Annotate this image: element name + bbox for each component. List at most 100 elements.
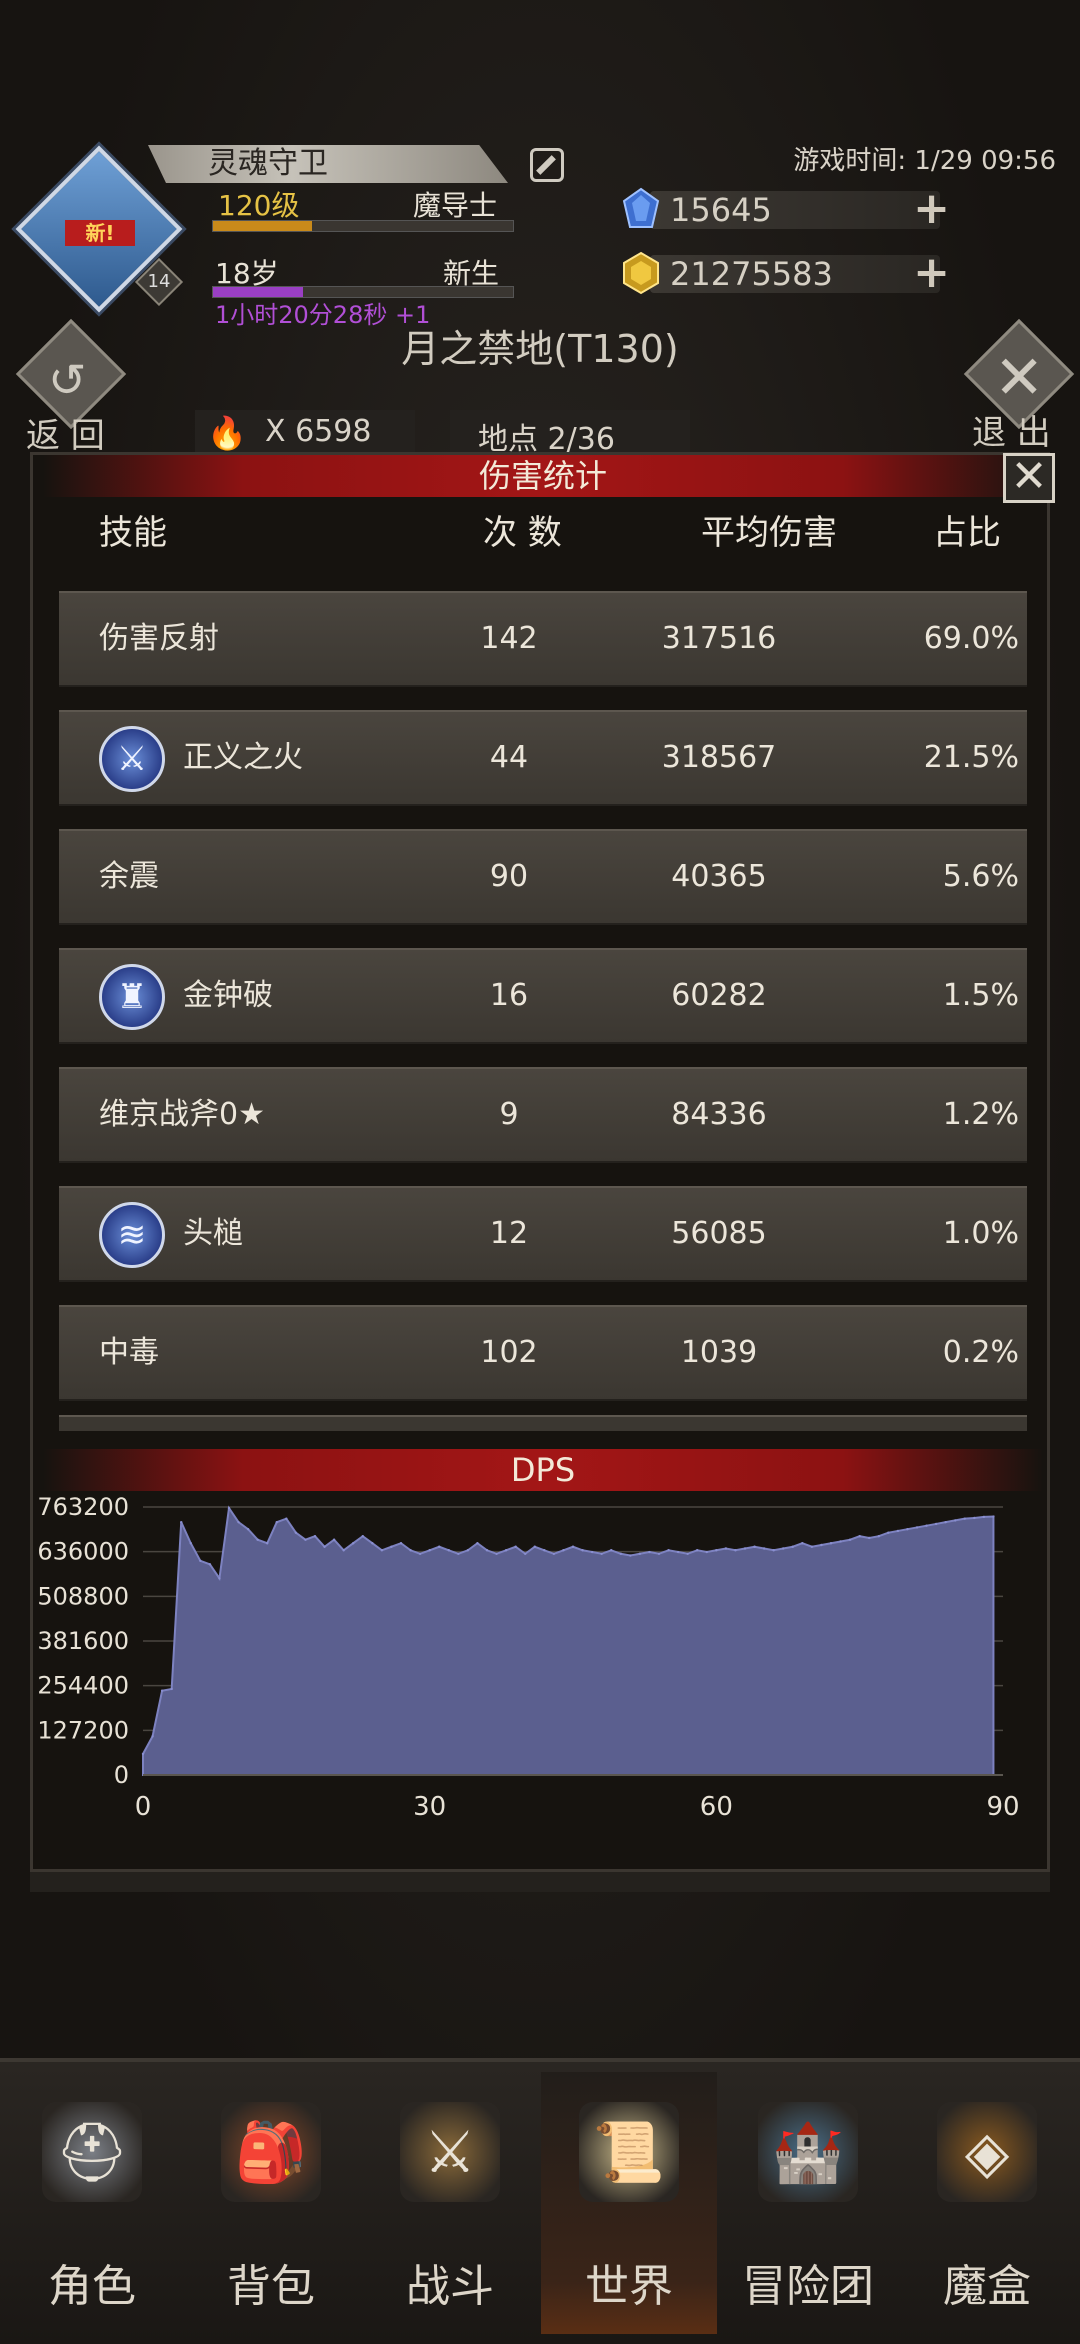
nav-item-3[interactable]: 📜 世界 [541,2072,717,2334]
hit-count: 12 [489,1216,529,1251]
table-row: 余震 90 40365 5.6% [59,829,1027,925]
y-tick-label: 763200 [37,1495,129,1521]
hit-count: 44 [489,740,529,775]
gems-value: 15645 [670,191,772,229]
player-avatar[interactable]: 新! 14 [15,145,184,313]
dps-point [246,1527,250,1531]
dps-point [552,1552,556,1555]
game-time: 游戏时间: 1/29 09:56 [793,146,1056,176]
close-button[interactable]: ✕ [1003,453,1055,503]
damage-percent: 69.0% [923,621,1019,656]
dps-point [399,1542,403,1545]
x-tick-label: 90 [986,1792,1019,1822]
dps-point [992,1515,995,1518]
dps-point [657,1552,661,1555]
back-button[interactable]: ↺ 返 回 [14,318,127,456]
dps-point [428,1549,431,1552]
dps-point [332,1538,336,1541]
dps-point [619,1552,622,1555]
dps-chart: 0 127200 254400 381600 508800 636000 763200 0 30… [33,1495,1047,1875]
dps-point [906,1527,909,1531]
backpack-icon: 🎒 [221,2102,321,2202]
dps-point [724,1547,728,1550]
nav-label: 冒险团 [742,2261,874,2312]
dps-point [256,1538,259,1541]
dps-point [189,1542,192,1545]
dps-point [390,1545,393,1548]
avg-damage: 84336 [671,1097,767,1132]
nav-item-1[interactable]: 🎒 背包 [183,2072,359,2334]
dps-point [275,1520,278,1524]
dps-point [686,1552,689,1555]
dps-point [562,1549,565,1552]
level-progress-fill [213,221,312,231]
nav-item-0[interactable]: ⛑ 角色 [4,2072,180,2334]
dps-point [667,1549,670,1552]
dps-point [457,1552,460,1555]
dps-point [820,1543,823,1547]
dps-point [954,1519,957,1522]
dps-point [141,1752,145,1756]
table-row: 中毒 102 1039 0.2% [59,1305,1027,1401]
skill-name: 金钟破 [183,978,273,1013]
dps-point [418,1552,422,1555]
avg-damage: 60282 [671,978,767,1013]
table-row: ♜ 金钟破 16 60282 1.5% [59,948,1027,1044]
skill-name: 正义之火 [183,740,303,775]
dps-point [160,1689,164,1692]
dps-point [218,1577,221,1580]
dps-point [696,1549,699,1552]
table-row-partial [59,1415,1027,1431]
column-count: 次 数 [483,513,562,553]
edit-icon[interactable] [530,148,564,182]
dps-point [590,1550,594,1554]
dps-point [829,1542,833,1545]
nav-item-5[interactable]: ◈ 魔盒 [899,2072,1075,2334]
dps-point [772,1549,775,1552]
exit-button[interactable]: ✕ 退 出 [952,318,1075,453]
add-gold-button[interactable]: + [913,251,950,295]
y-tick-label: 0 [114,1761,129,1789]
sword-icon: ⚔ [99,726,165,792]
back-arrow-icon: ↺ [48,353,87,407]
damage-percent: 1.2% [942,1097,1019,1132]
castle-icon: 🏰 [758,2102,858,2202]
dps-point [237,1520,240,1524]
dps-point [868,1536,871,1540]
dps-point [294,1531,298,1534]
dps-area-series [142,1505,995,1776]
dps-point [438,1545,441,1548]
x-tick-label: 0 [135,1792,152,1822]
dps-point [495,1552,498,1555]
column-skill: 技能 [99,513,167,553]
dps-point [858,1535,861,1538]
y-tick-label: 254400 [37,1672,129,1700]
dps-point [877,1535,880,1538]
dps-point [973,1516,976,1520]
gold-value: 21275583 [670,255,833,293]
gold-gem-icon [623,251,659,295]
panel-bottom-border [30,1872,1050,1892]
new-badge: 新! [65,220,135,246]
add-gems-button[interactable]: + [913,187,950,231]
dps-point [285,1517,288,1520]
nav-item-4[interactable]: 🏰 冒险团 [720,2072,896,2334]
damage-percent: 5.6% [942,859,1019,894]
table-row: 维京战斧0★ 9 84336 1.2% [59,1067,1027,1163]
dps-point [476,1542,479,1545]
nav-item-2[interactable]: ⚔ 战斗 [362,2072,538,2334]
y-tick-label: 127200 [37,1716,129,1744]
dps-point [447,1549,450,1552]
dps-point [361,1535,364,1538]
helmet-icon: ⛑ [42,2102,142,2202]
dps-point [208,1563,212,1566]
dps-point [600,1552,603,1555]
bell-knight-icon: ♜ [99,964,165,1030]
map-title: 月之禁地(T130) [401,327,679,371]
dps-point [227,1506,231,1510]
hit-count: 9 [499,1097,519,1132]
x-tick-label: 60 [700,1792,733,1822]
table-row: 伤害反射 142 317516 69.0% [59,591,1027,687]
damage-stats-panel: 伤害统计 ✕ 技能 次 数 平均伤害 占比 伤害反射 142 317516 69.0%… [30,452,1055,1875]
column-percent: 占比 [933,513,1001,553]
